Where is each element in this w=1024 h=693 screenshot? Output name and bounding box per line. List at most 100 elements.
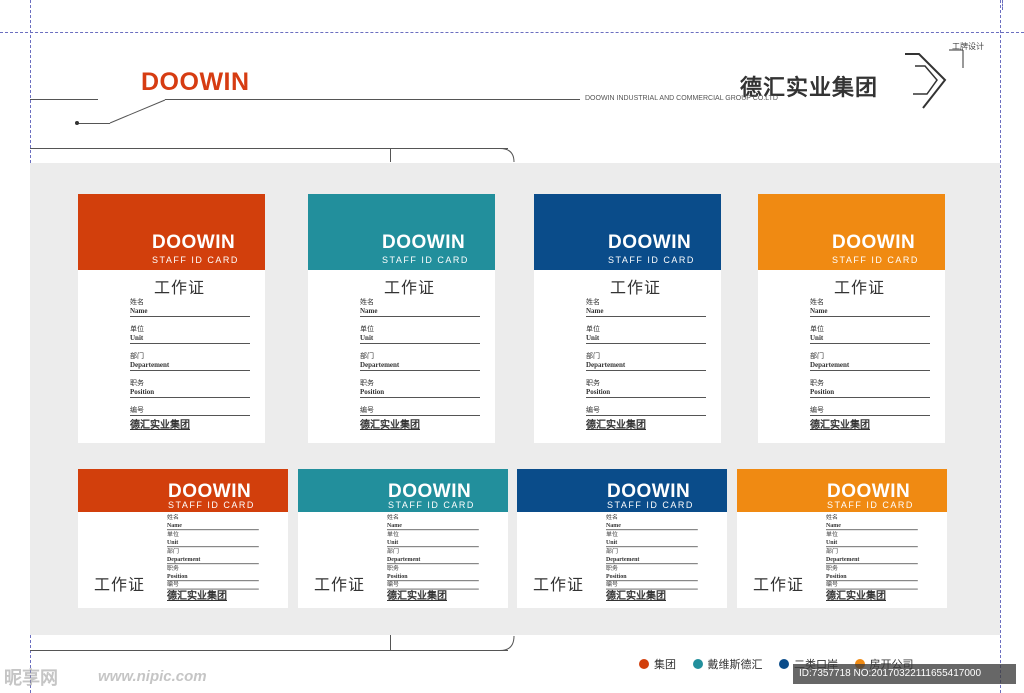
field-label-cn: 部门 [167, 548, 179, 555]
field-label-cn: 单位 [606, 531, 618, 538]
field-label-cn: 部门 [810, 352, 824, 360]
card-field: 职务 Position [360, 379, 480, 398]
card-field: 姓名 Name [360, 298, 480, 317]
field-label-cn: 部门 [586, 352, 600, 360]
card-field: 单位 Unit [167, 531, 259, 548]
card-field: 姓名 Name [167, 514, 259, 531]
card-subtitle: STAFF ID CARD [607, 500, 694, 510]
field-label-cn: 姓名 [606, 514, 618, 521]
staff-card-vertical: DOOWIN STAFF ID CARD 工作证 姓名 Name 单位 Unit… [78, 194, 265, 443]
legend-dot [639, 659, 649, 669]
card-field: 编号 [810, 406, 930, 416]
legend-dot [692, 659, 703, 669]
card-subtitle: STAFF ID CARD [382, 255, 469, 265]
header-arrow-graphic [905, 49, 964, 109]
field-label-cn: 职务 [360, 379, 374, 387]
card-company: 德汇实业集团 [167, 591, 227, 602]
card-field: 编号 [586, 406, 706, 416]
watermark-url: www.nipic.com [98, 668, 207, 685]
field-label-cn: 职务 [586, 379, 600, 387]
card-logo: DOOWIN [608, 232, 692, 253]
card-company: 德汇实业集团 [360, 420, 420, 431]
field-label-en: Departement [606, 555, 640, 563]
staff-card-horizontal: DOOWIN STAFF ID CARD 工作证 姓名 Name 单位 Unit… [517, 469, 727, 608]
legend-item: 集团 [639, 656, 676, 672]
card-field: 编号 [360, 406, 480, 416]
field-label-en: Unit [826, 538, 838, 546]
bottom-rule [30, 650, 508, 651]
guide-top-right [1002, 0, 1003, 10]
field-label-cn: 姓名 [826, 514, 838, 521]
field-label-en: Unit [810, 334, 824, 342]
card-title: 工作证 [314, 575, 366, 594]
circuit-diagonal [109, 99, 166, 124]
card-field: 职务 Position [810, 379, 930, 398]
card-field: 部门 Departement [810, 352, 930, 371]
field-label-en: Position [130, 388, 155, 396]
field-label-en: Position [606, 572, 627, 580]
field-label-en: Name [606, 521, 621, 529]
field-label-cn: 职务 [130, 379, 144, 387]
group-name-en: DOOWIN INDUSTRIAL AND COMMERCIAL GROUP C… [585, 95, 778, 102]
card-subtitle: STAFF ID CARD [388, 500, 475, 510]
field-label-en: Departement [387, 555, 421, 563]
field-label-en: Position [586, 388, 611, 396]
staff-card-vertical: DOOWIN STAFF ID CARD 工作证 姓名 Name 单位 Unit… [308, 194, 495, 443]
card-field: 部门 Departement [387, 548, 479, 565]
field-label-cn: 职务 [167, 565, 179, 572]
field-label-cn: 编号 [360, 406, 374, 414]
field-label-en: Departement [586, 361, 626, 369]
field-label-en: Departement [810, 361, 850, 369]
panel-rule [30, 148, 508, 149]
field-label-cn: 部门 [360, 352, 374, 360]
card-title: 工作证 [384, 278, 436, 297]
field-label-cn: 单位 [130, 325, 144, 333]
legend-item: 戴维斯德汇 [692, 656, 763, 672]
field-label-en: Position [826, 572, 847, 580]
card-field: 部门 Departement [826, 548, 918, 565]
field-label-en: Name [810, 307, 828, 315]
panel-tick [390, 148, 391, 162]
staff-card-horizontal: DOOWIN STAFF ID CARD 工作证 姓名 Name 单位 Unit… [298, 469, 508, 608]
field-label-en: Position [360, 388, 385, 396]
staff-card-horizontal: DOOWIN STAFF ID CARD 工作证 姓名 Name 单位 Unit… [78, 469, 288, 608]
card-field: 姓名 Name [586, 298, 706, 317]
field-label-cn: 职务 [810, 379, 824, 387]
field-label-cn: 姓名 [130, 298, 144, 306]
card-logo: DOOWIN [382, 232, 466, 253]
card-field: 职务 Position [167, 565, 259, 582]
field-label-en: Unit [586, 334, 600, 342]
card-title: 工作证 [533, 575, 585, 594]
card-subtitle: STAFF ID CARD [608, 255, 695, 265]
card-field: 职务 Position [130, 379, 250, 398]
bottom-tick [390, 635, 391, 651]
card-company: 德汇实业集团 [826, 591, 886, 602]
field-label-cn: 姓名 [387, 514, 399, 521]
field-label-cn: 部门 [130, 352, 144, 360]
field-label-cn: 职务 [387, 565, 399, 572]
header-rule [165, 99, 580, 100]
field-label-cn: 单位 [586, 325, 600, 333]
header-branch [78, 123, 110, 124]
card-field: 职务 Position [606, 565, 698, 582]
card-field: 职务 Position [586, 379, 706, 398]
field-label-en: Departement [360, 361, 400, 369]
field-label-en: Name [360, 307, 378, 315]
field-label-en: Unit [387, 538, 399, 546]
card-field: 姓名 Name [606, 514, 698, 531]
card-subtitle: STAFF ID CARD [152, 255, 239, 265]
card-title: 工作证 [610, 278, 662, 297]
card-field: 部门 Departement [586, 352, 706, 371]
card-company: 德汇实业集团 [606, 591, 666, 602]
staff-card-vertical: DOOWIN STAFF ID CARD 工作证 姓名 Name 单位 Unit… [534, 194, 721, 443]
field-label-en: Name [586, 307, 604, 315]
legend-dot [779, 659, 789, 669]
watermark-id: ID:7357718 NO:20170322111655417000 [793, 664, 1016, 684]
card-logo: DOOWIN [152, 232, 236, 253]
card-field: 姓名 Name [826, 514, 918, 531]
card-field: 部门 Departement [167, 548, 259, 565]
card-title: 工作证 [94, 575, 146, 594]
field-label-cn: 姓名 [586, 298, 600, 306]
field-label-cn: 姓名 [167, 514, 179, 521]
field-label-en: Name [387, 521, 402, 529]
